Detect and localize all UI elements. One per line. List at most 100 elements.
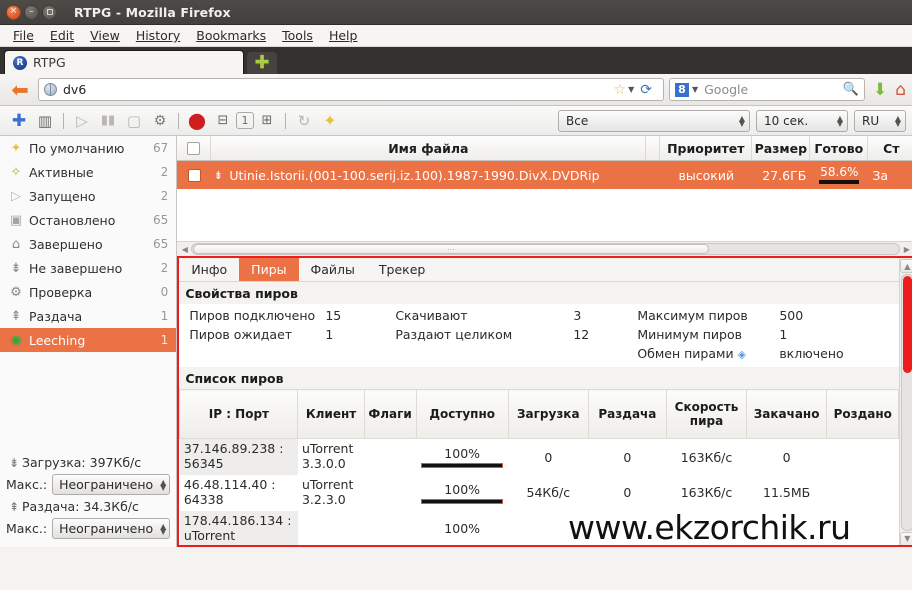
spinner-icon[interactable]: ▲ ▼ <box>837 114 843 127</box>
search-engine-icon[interactable]: 8 <box>674 82 689 97</box>
remove-torrent-button[interactable]: ▥ <box>32 109 58 133</box>
spinner-icon[interactable]: ▲ ▼ <box>895 114 901 127</box>
spinner-icon[interactable]: ▲ ▼ <box>160 478 166 491</box>
language-select[interactable]: RU ▲ ▼ <box>854 109 906 132</box>
peer-column-peer-speed[interactable]: Скорость пира <box>665 389 748 440</box>
peer-table-row[interactable]: 46.48.114.40 : 64338 uTorrent 3.2.3.0 10… <box>180 475 899 511</box>
menu-tools-label: Tools <box>282 28 313 43</box>
menu-history[interactable]: History <box>128 26 188 45</box>
window-close-button[interactable]: ✕ <box>6 4 21 20</box>
column-header-name[interactable]: Имя файла <box>211 136 647 160</box>
row-select-cell[interactable] <box>177 161 211 189</box>
torrent-list-hscrollbar[interactable]: ◀ ⋯ ▶ <box>177 241 912 257</box>
peer-column-downloaded[interactable]: Закачано <box>746 389 828 440</box>
peer-table-row[interactable]: 37.146.89.238 : 56345 uTorrent 3.3.0.0 1… <box>179 438 899 475</box>
star-icon[interactable]: ☆ <box>614 82 627 98</box>
select-all-checkbox[interactable] <box>187 141 201 155</box>
add-torrent-button[interactable]: ✚ <box>6 109 32 133</box>
star-default-button[interactable]: ✦ <box>317 109 343 133</box>
search-bar[interactable]: 8 ▼ Google 🔍 <box>668 78 865 101</box>
menu-view[interactable]: View <box>82 26 128 45</box>
peer-column-available[interactable]: Доступно <box>415 389 509 440</box>
pause-button[interactable]: ▮▮ <box>95 109 121 133</box>
new-tab-button[interactable]: ✚ <box>247 52 277 74</box>
tab-info[interactable]: Инфо <box>179 258 239 281</box>
scroll-right-arrow-icon[interactable]: ▶ <box>900 243 912 256</box>
hscroll-thumb[interactable]: ⋯ <box>193 244 710 255</box>
vscroll-track[interactable] <box>900 274 912 531</box>
menu-edit[interactable]: Edit <box>42 26 82 45</box>
window-maximize-button[interactable] <box>42 4 57 20</box>
sidebar-item-seeding[interactable]: ⇞ Раздача 1 <box>0 304 176 328</box>
back-arrow-icon[interactable]: ⬅ <box>6 77 34 103</box>
tab-files[interactable]: Файлы <box>299 258 367 281</box>
column-header-status[interactable]: Ст <box>868 136 912 160</box>
download-arrow-icon[interactable]: ⬇ <box>873 80 887 100</box>
url-input[interactable]: dv6 <box>63 82 614 97</box>
column-header-done[interactable]: Готово <box>810 136 869 160</box>
vscroll-thumb[interactable] <box>902 276 912 374</box>
start-button[interactable]: ▷ <box>69 109 95 133</box>
column-header-priority[interactable]: Приоритет <box>660 136 753 160</box>
home-icon[interactable]: ⌂ <box>895 80 906 100</box>
menu-file[interactable]: File <box>5 26 42 45</box>
sidebar-item-label: Запущено <box>29 188 96 204</box>
peer-column-flags[interactable]: Флаги <box>363 389 417 440</box>
window-minimize-button[interactable]: – <box>24 4 39 20</box>
peer-column-uploaded[interactable]: Роздано <box>826 389 900 440</box>
interval-select[interactable]: 10 сек. ▲ ▼ <box>756 109 848 132</box>
force-stop-button[interactable]: ⬤ <box>184 109 210 133</box>
sidebar-item-active[interactable]: ✧ Активные 2 <box>0 160 176 184</box>
peer-column-download[interactable]: Загрузка <box>507 389 589 440</box>
sidebar-item-default[interactable]: ✦ По умолчанию 67 <box>0 136 176 160</box>
magnifier-icon[interactable]: 🔍 <box>843 82 859 97</box>
download-limit-select[interactable]: Неограничено ▲ ▼ <box>52 474 171 495</box>
stop-button[interactable]: ▢ <box>121 109 147 133</box>
upload-limit-select[interactable]: Неограничено ▲ ▼ <box>52 518 171 539</box>
menu-tools[interactable]: Tools <box>274 26 321 45</box>
scroll-left-arrow-icon[interactable]: ◀ <box>178 243 191 256</box>
reload-icon[interactable]: ⟳ <box>640 82 652 98</box>
peer-column-upload[interactable]: Раздача <box>587 389 667 440</box>
detail-vscrollbar[interactable]: ▲ ▼ <box>899 258 912 546</box>
column-header-size[interactable]: Размер <box>752 136 811 160</box>
priority-down-button[interactable]: ⊟ <box>210 109 236 133</box>
detail-panel: Инфо Пиры Файлы Трекер Свойства пиров Пи… <box>177 256 912 547</box>
sidebar-item-label: Остановлено <box>29 212 116 228</box>
tab-peers[interactable]: Пиры <box>239 258 299 282</box>
spinner-icon[interactable]: ▲ ▼ <box>739 114 745 127</box>
sidebar-item-stopped[interactable]: ▣ Остановлено 65 <box>0 208 176 232</box>
scroll-up-arrow-icon[interactable]: ▲ <box>900 259 912 274</box>
chevron-down-icon[interactable]: ▼ <box>628 85 634 94</box>
tab-tracker[interactable]: Трекер <box>367 258 437 281</box>
select-all-header[interactable] <box>177 136 212 160</box>
peer-column-ip[interactable]: IP : Порт <box>179 389 299 440</box>
download-speed-label: Загрузка: 397Кб/c <box>22 455 142 470</box>
search-engine-chevron-icon[interactable]: ▼ <box>692 85 698 94</box>
peer-table-row[interactable]: 178.44.186.134 : uTorrent 100% <box>179 510 899 546</box>
scroll-down-arrow-icon[interactable]: ▼ <box>900 531 912 546</box>
browser-tab-rtpg[interactable]: R RTPG <box>4 50 244 74</box>
menu-help-label: Help <box>328 28 358 43</box>
priority-one-button[interactable]: 1 <box>236 112 254 129</box>
sidebar-item-completed[interactable]: ⌂ Завершено 65 <box>0 232 176 256</box>
menu-bar: File Edit View History Bookmarks Tools H… <box>0 25 912 47</box>
sidebar-item-incomplete[interactable]: ⇟ Не завершено 2 <box>0 256 176 280</box>
peer-column-client[interactable]: Клиент <box>297 389 365 440</box>
sidebar-item-checking[interactable]: ⚙ Проверка 0 <box>0 280 176 304</box>
filter-select[interactable]: Все ▲ ▼ <box>558 109 750 132</box>
settings-gear-icon[interactable]: ⚙ <box>147 109 173 133</box>
menu-bookmarks[interactable]: Bookmarks <box>188 26 274 45</box>
refresh-button[interactable]: ↻ <box>291 109 317 133</box>
menu-help[interactable]: Help <box>321 26 366 45</box>
filter-select-value: Все <box>566 113 589 128</box>
table-row[interactable]: ⇟ Utinie.Istorii.(001-100.serij.iz.100).… <box>177 161 912 189</box>
sidebar-item-leeching[interactable]: ◉ Leeching 1 <box>0 328 177 352</box>
sidebar-item-running[interactable]: ▷ Запущено 2 <box>0 184 176 208</box>
row-checkbox[interactable] <box>187 168 201 182</box>
search-input[interactable]: Google <box>704 82 843 97</box>
priority-up-button[interactable]: ⊞ <box>254 109 280 133</box>
spinner-icon[interactable]: ▲ ▼ <box>160 522 166 535</box>
hscroll-track[interactable]: ⋯ <box>191 243 901 256</box>
url-bar[interactable]: dv6 ☆ ▼ ⟳ <box>38 78 664 101</box>
